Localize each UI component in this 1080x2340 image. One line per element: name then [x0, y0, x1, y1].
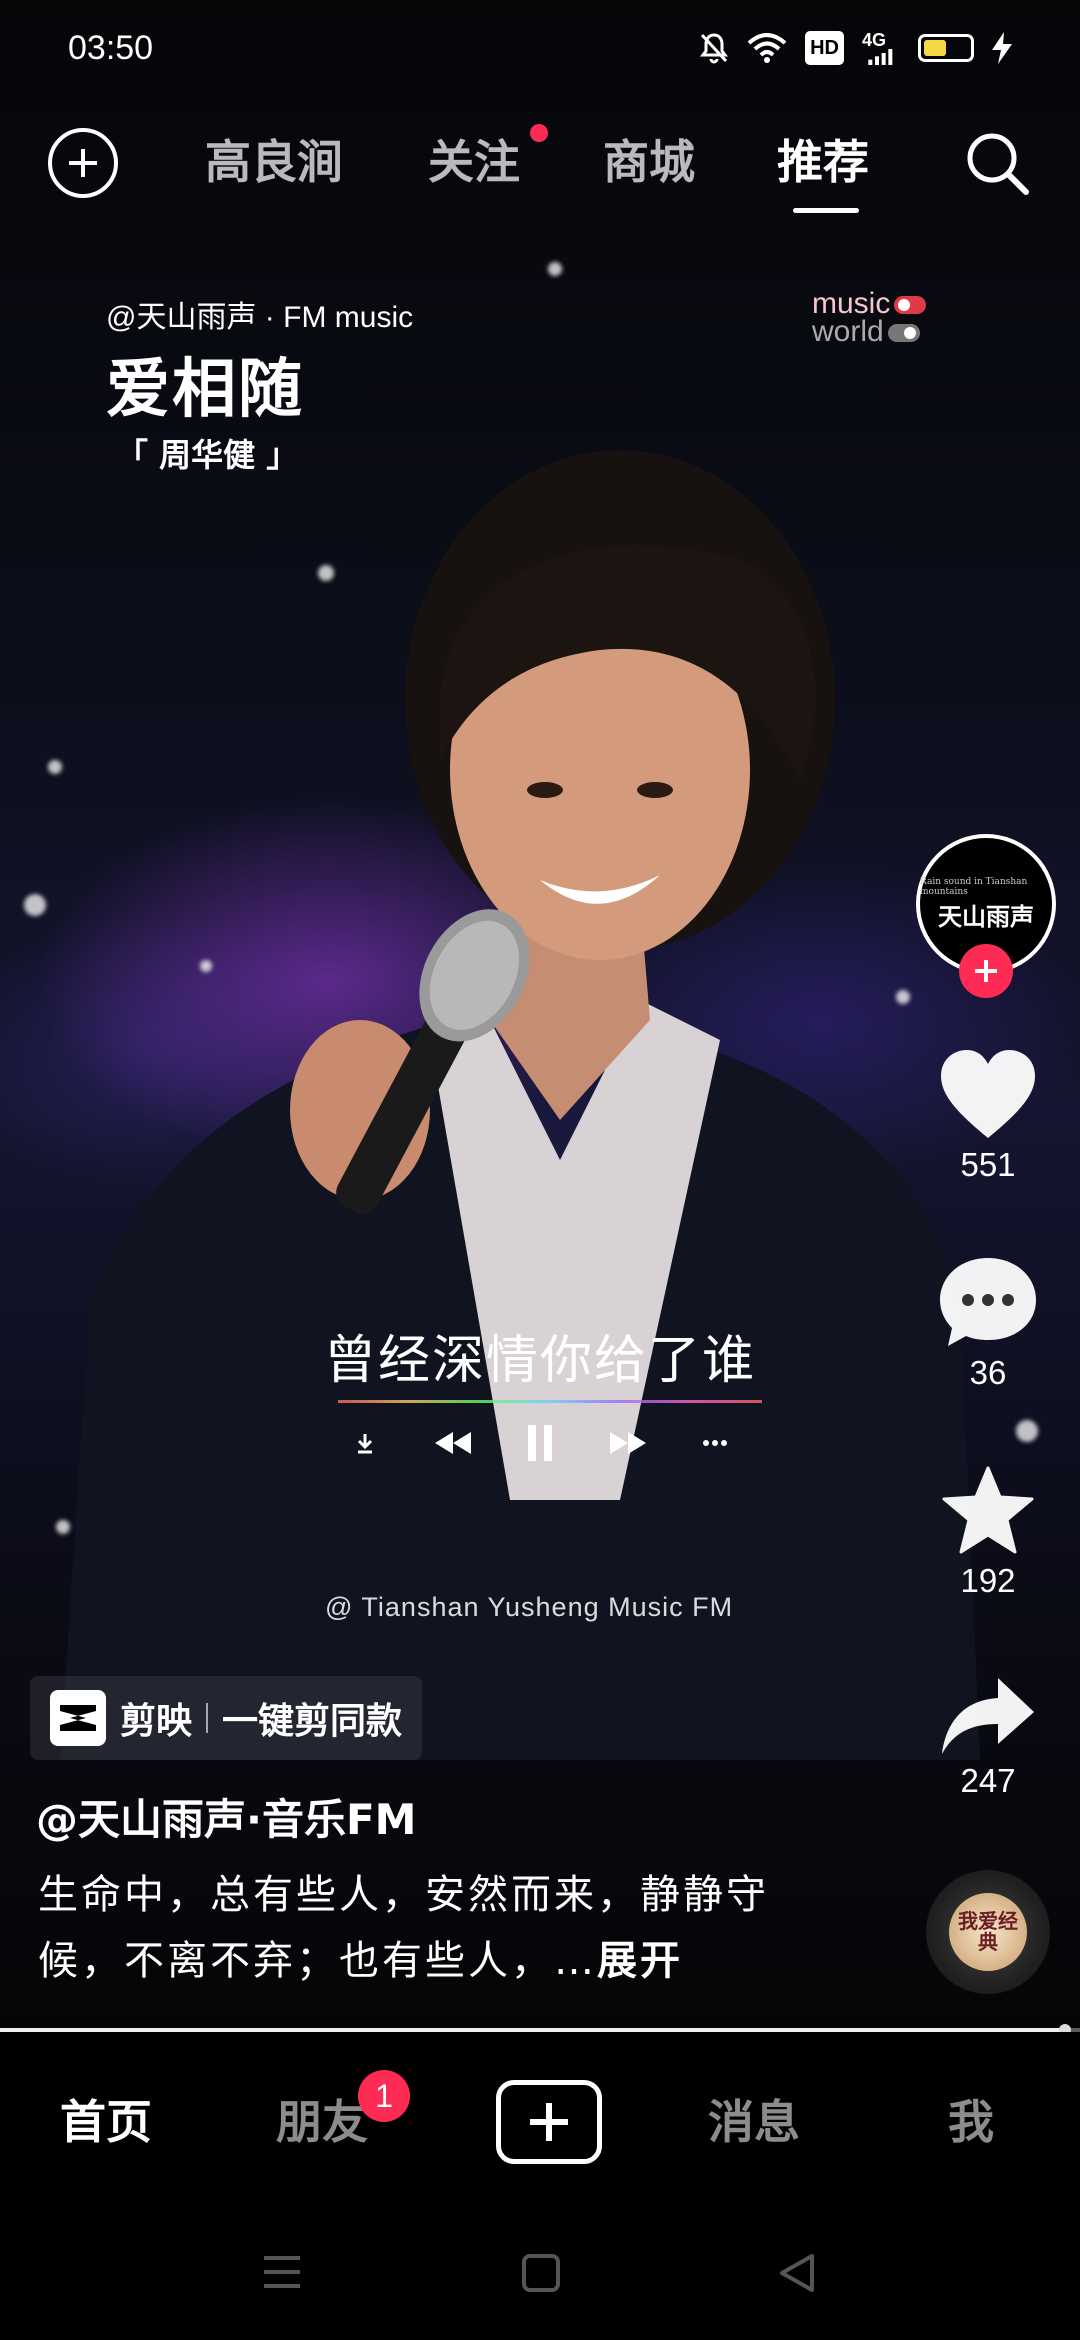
favorite-button[interactable]: 192 — [930, 1466, 1046, 1600]
mute-icon — [699, 31, 729, 65]
menu-icon[interactable] — [262, 2254, 302, 2294]
tab-mall[interactable]: 商城 — [603, 126, 695, 192]
status-time: 03:50 — [68, 28, 154, 67]
comment-count: 36 — [969, 1354, 1007, 1391]
tab-local[interactable]: 高良涧 — [205, 126, 343, 192]
tab-following[interactable]: 关注 — [428, 126, 520, 192]
music-world-logo: music world — [812, 289, 927, 347]
wifi-icon — [747, 31, 787, 65]
author-handle[interactable]: @天山雨声·音乐FM — [36, 1786, 416, 1847]
disc-cover: 我爱经典 — [949, 1893, 1027, 1971]
video-caption: 生命中，总有些人，安然而来，静静守候，不离不弃；也有些人，…展开 — [38, 1872, 769, 1984]
system-navigation-bar — [0, 2208, 1080, 2340]
download-icon[interactable] — [340, 1418, 390, 1468]
plus-icon — [530, 2103, 568, 2141]
follow-button[interactable] — [959, 944, 1013, 998]
overlay-song-title: 爱相随 — [106, 353, 304, 427]
tab-friends[interactable]: 朋友 — [276, 2086, 368, 2152]
tab-recommended[interactable]: 推荐 — [777, 126, 869, 192]
pause-icon[interactable] — [515, 1418, 565, 1468]
overlay-artist: 「 周华健 」 — [116, 436, 299, 474]
create-button[interactable] — [496, 2080, 602, 2164]
music-disc[interactable]: 我爱经典 — [926, 1870, 1050, 1994]
status-icons: HD 4G — [699, 31, 1012, 65]
capcut-template-button[interactable]: 剪映 一键剪同款 — [30, 1676, 423, 1760]
search-icon[interactable] — [962, 128, 1032, 198]
friends-badge: 1 — [358, 2070, 410, 2122]
mini-player-controls — [340, 1418, 740, 1468]
like-count: 551 — [960, 1146, 1016, 1183]
capcut-divider — [206, 1703, 209, 1733]
active-tab-indicator — [793, 208, 859, 213]
comment-button[interactable]: 36 — [930, 1258, 1046, 1392]
hd-icon: HD — [805, 31, 844, 65]
lyric-divider — [338, 1400, 762, 1403]
back-icon[interactable] — [778, 2254, 816, 2296]
heart-icon — [941, 1050, 1035, 1138]
comment-icon — [940, 1258, 1036, 1346]
charging-icon — [992, 31, 1012, 65]
battery-icon — [918, 31, 974, 65]
video-credit: @ Tianshan Yusheng Music FM — [325, 1592, 734, 1622]
share-button[interactable]: 247 — [930, 1678, 1046, 1800]
following-dot — [530, 124, 548, 142]
capcut-name: 剪映 — [120, 1701, 193, 1742]
tab-home[interactable]: 首页 — [60, 2086, 152, 2152]
toggle-icon — [887, 324, 920, 343]
toggle-icon — [894, 296, 927, 315]
signal-icon: 4G — [862, 31, 900, 65]
tab-me[interactable]: 我 — [948, 2086, 994, 2152]
lyric-line: 曾经深情你给了谁 — [323, 1331, 756, 1391]
expand-caption-link[interactable]: 展开 — [597, 1938, 683, 1984]
share-icon — [942, 1678, 1034, 1754]
top-nav: 高良涧 关注 商城 推荐 — [0, 96, 1080, 226]
add-icon[interactable] — [48, 128, 118, 198]
overlay-author: @天山雨声 · FM music — [106, 301, 414, 334]
star-icon — [942, 1466, 1034, 1554]
fast-forward-icon[interactable] — [603, 1418, 653, 1468]
favorite-count: 192 — [960, 1562, 1016, 1599]
tab-messages[interactable]: 消息 — [708, 2086, 800, 2152]
more-icon[interactable] — [690, 1418, 740, 1468]
capcut-action: 一键剪同款 — [222, 1701, 403, 1742]
rewind-icon[interactable] — [428, 1418, 478, 1468]
like-button[interactable]: 551 — [930, 1050, 1046, 1184]
capcut-logo-icon — [50, 1690, 106, 1746]
home-icon[interactable] — [522, 2254, 560, 2296]
status-bar: 03:50 HD 4G — [0, 0, 1080, 96]
share-count: 247 — [960, 1762, 1016, 1799]
